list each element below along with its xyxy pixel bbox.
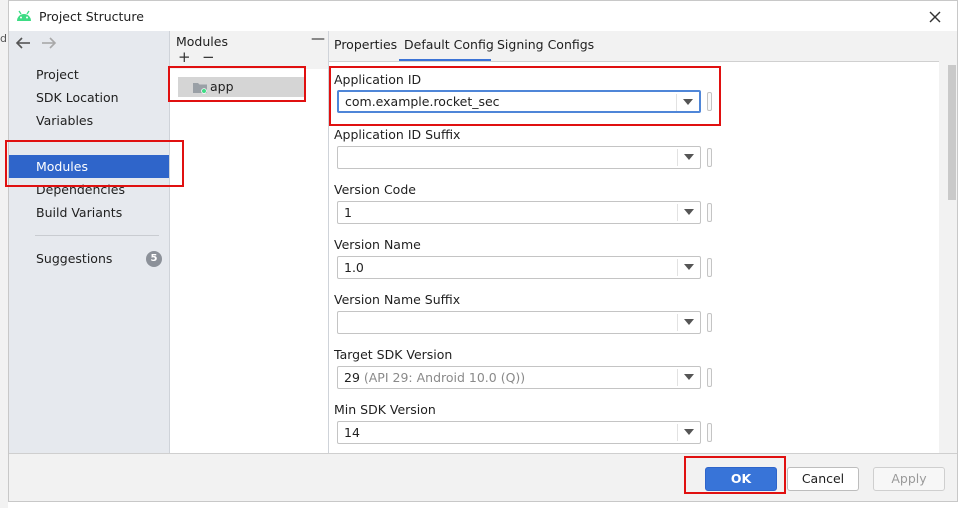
target-sdk-field[interactable]: 29 (API 29: Android 10.0 (Q)) (337, 366, 701, 389)
application-id-suffix-extra-button[interactable] (707, 148, 712, 167)
sidebar-item-project[interactable]: Project (9, 63, 169, 86)
combo-separator (677, 204, 678, 221)
version-name-suffix-label: Version Name Suffix (334, 292, 461, 307)
dropdown-arrow-icon[interactable] (684, 209, 694, 215)
min-sdk-extra-button[interactable] (707, 423, 712, 442)
vertical-scrollbar[interactable] (947, 65, 957, 451)
android-icon (17, 10, 31, 21)
dropdown-arrow-icon[interactable] (684, 154, 694, 160)
combo-separator (677, 314, 678, 331)
title-bar: Project Structure (9, 1, 957, 31)
modules-toolbar: + − (170, 48, 328, 69)
tab-properties[interactable]: Properties (334, 37, 397, 52)
dropdown-arrow-icon[interactable] (684, 429, 694, 435)
sidebar-item-modules[interactable]: Modules (9, 155, 169, 178)
version-code-extra-button[interactable] (707, 203, 712, 222)
version-name-value: 1.0 (344, 260, 364, 275)
back-arrow-icon[interactable] (15, 36, 31, 50)
version-code-label: Version Code (334, 182, 416, 197)
version-name-field[interactable]: 1.0 (337, 256, 701, 279)
config-content: Properties Default Config Signing Config… (329, 31, 957, 453)
combo-separator (677, 369, 678, 386)
version-name-extra-button[interactable] (707, 258, 712, 277)
sidebar-item-sdk-location[interactable]: SDK Location (9, 86, 169, 109)
target-sdk-value: 29 (API 29: Android 10.0 (Q)) (344, 370, 525, 385)
dropdown-arrow-icon[interactable] (684, 374, 694, 380)
application-id-suffix-label: Application ID Suffix (334, 127, 461, 142)
forward-arrow-icon[interactable] (41, 36, 57, 50)
suggestions-count-badge: 5 (146, 251, 162, 267)
version-name-label: Version Name (334, 237, 421, 252)
sidebar-item-suggestions[interactable]: Suggestions 5 (9, 247, 169, 270)
module-name: app (210, 79, 234, 94)
dropdown-arrow-icon[interactable] (683, 99, 693, 105)
collapse-panel-button[interactable]: — (311, 31, 325, 47)
application-id-suffix-field[interactable] (337, 146, 701, 169)
dropdown-arrow-icon[interactable] (684, 319, 694, 325)
tab-default-config[interactable]: Default Config (404, 37, 494, 52)
combo-separator (677, 149, 678, 166)
combo-separator (677, 259, 678, 276)
modules-panel: Modules — + − app (170, 31, 329, 453)
application-id-value: com.example.rocket_sec (345, 94, 500, 109)
target-sdk-hint: (API 29: Android 10.0 (Q)) (359, 370, 526, 385)
background-window-strip: d (0, 0, 8, 508)
module-folder-icon (193, 83, 207, 94)
remove-module-button[interactable]: − (202, 48, 215, 66)
min-sdk-value: 14 (344, 425, 360, 440)
sidebar: Project SDK Location Variables Modules D… (9, 31, 170, 453)
combo-separator (677, 424, 678, 441)
version-code-value: 1 (344, 205, 352, 220)
version-name-suffix-field[interactable] (337, 311, 701, 334)
add-module-button[interactable]: + (178, 48, 191, 66)
window-title: Project Structure (39, 9, 144, 24)
modules-header: Modules — (170, 31, 328, 51)
dialog-footer: OK Cancel Apply (9, 453, 957, 501)
application-id-extra-button[interactable] (707, 92, 712, 111)
tab-signing-configs[interactable]: Signing Configs (497, 37, 594, 52)
target-sdk-number: 29 (344, 370, 360, 385)
application-id-field[interactable]: com.example.rocket_sec (337, 90, 701, 113)
apply-button[interactable]: Apply (873, 467, 945, 491)
module-item-app[interactable]: app (178, 77, 304, 97)
sidebar-item-build-variants[interactable]: Build Variants (9, 201, 169, 224)
modules-header-title: Modules (176, 34, 228, 49)
min-sdk-field[interactable]: 14 (337, 421, 701, 444)
nav-arrows (15, 36, 63, 53)
application-id-label: Application ID (334, 72, 422, 87)
default-config-form: Application ID com.example.rocket_sec Ap… (329, 61, 939, 453)
sidebar-item-variables[interactable]: Variables (9, 109, 169, 132)
sidebar-item-label: Suggestions (36, 251, 113, 266)
scrollbar-thumb[interactable] (948, 65, 956, 200)
target-sdk-extra-button[interactable] (707, 368, 712, 387)
tab-bar: Properties Default Config Signing Config… (329, 31, 957, 62)
ok-button[interactable]: OK (705, 467, 777, 491)
sidebar-divider (35, 235, 159, 236)
sidebar-item-dependencies[interactable]: Dependencies (9, 178, 169, 201)
version-name-suffix-extra-button[interactable] (707, 313, 712, 332)
close-icon[interactable] (925, 7, 945, 27)
version-code-field[interactable]: 1 (337, 201, 701, 224)
project-structure-dialog: Project Structure Project SDK Location V… (8, 0, 958, 502)
cancel-button[interactable]: Cancel (787, 467, 859, 491)
target-sdk-label: Target SDK Version (334, 347, 453, 362)
min-sdk-label: Min SDK Version (334, 402, 436, 417)
background-text: d (0, 32, 7, 45)
combo-separator (676, 94, 677, 111)
dropdown-arrow-icon[interactable] (684, 264, 694, 270)
